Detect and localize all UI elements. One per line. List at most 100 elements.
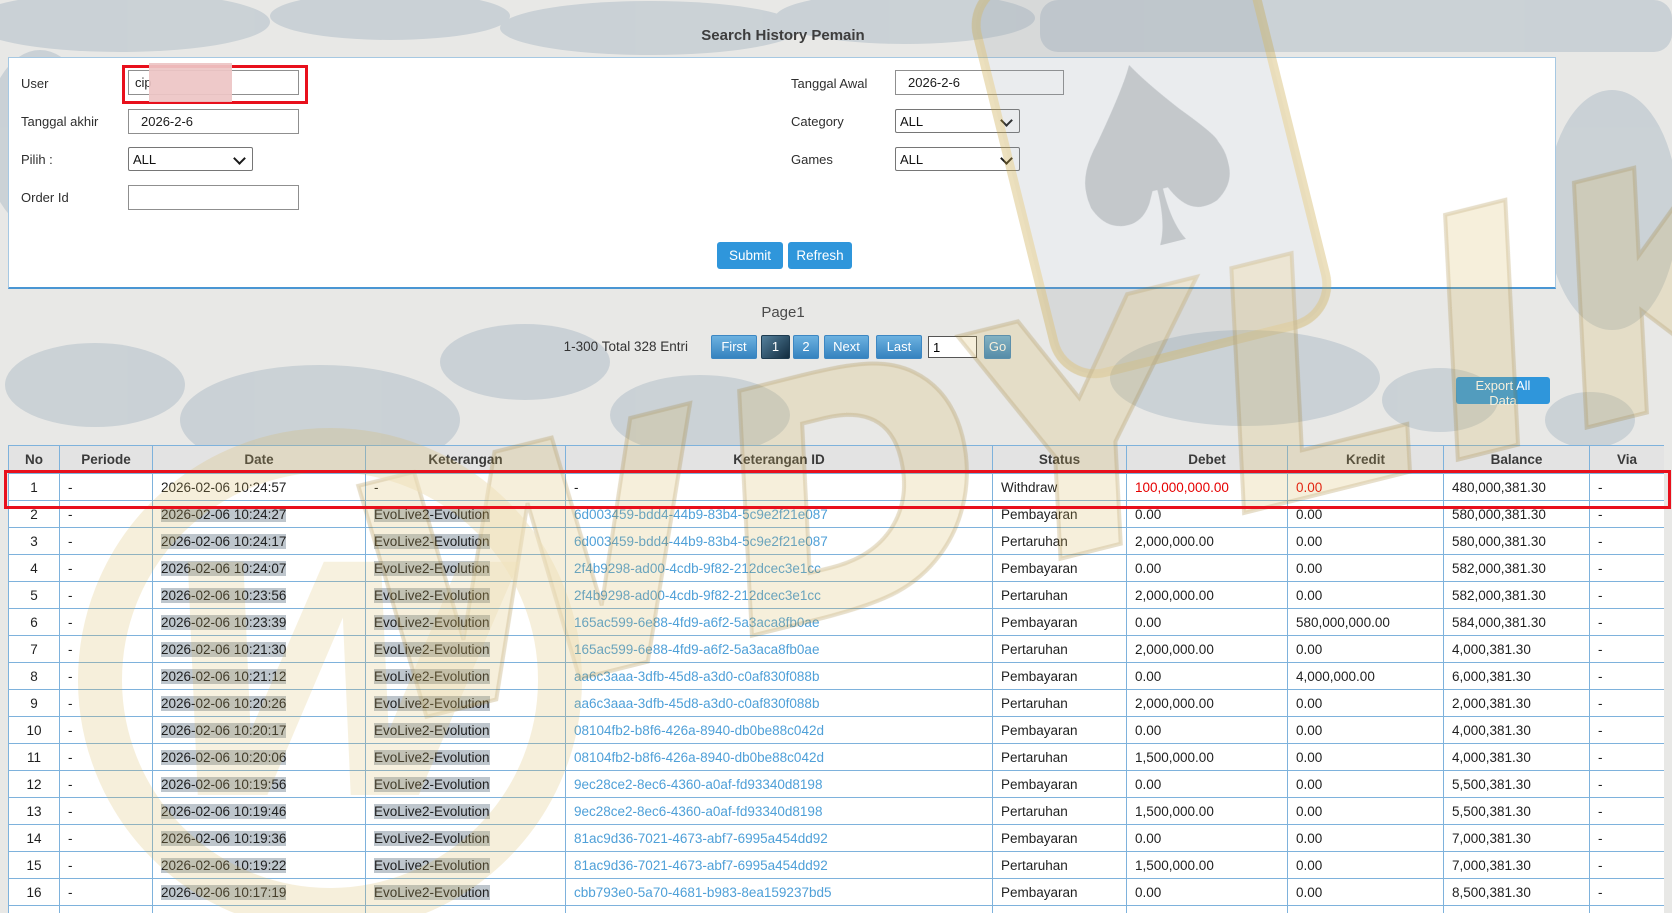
- keterangan-cell: EvoLive2-Evolution: [365, 608, 566, 636]
- submit-button[interactable]: Submit: [717, 242, 783, 269]
- selection-highlight: 2026-02-06 10:21:30: [161, 641, 287, 657]
- games-select[interactable]: ALL: [895, 147, 1020, 171]
- keterangan-id-link[interactable]: 6d003459-bdd4-44b9-83b4-5c9e2f21e087: [565, 500, 993, 528]
- pilih-select[interactable]: ALL: [128, 147, 253, 171]
- no-cell: 11: [8, 743, 60, 771]
- date-cell: 2026-02-06 10:20:06: [152, 743, 366, 771]
- debet-cell: 0.00: [1126, 878, 1288, 906]
- user-label: User: [21, 76, 49, 91]
- via-cell: -: [1589, 689, 1664, 717]
- category-select[interactable]: ALL: [895, 109, 1020, 133]
- debet-cell: 2,000,000.00: [1126, 635, 1288, 663]
- pagination-page-2-button[interactable]: 2: [793, 335, 819, 359]
- keterangan-id-link[interactable]: 6d003459-bdd4-44b9-83b4-5c9e2f21e087: [565, 527, 993, 555]
- keterangan-id-link[interactable]: 9ec28ce2-8ec6-4360-a0af-fd93340d8198: [565, 797, 993, 825]
- no-cell: 10: [8, 716, 60, 744]
- selection-highlight: EvoLive2-Evolution: [374, 506, 490, 522]
- tanggal-awal-input[interactable]: [895, 70, 1064, 95]
- column-header: Status: [992, 445, 1127, 474]
- keterangan-id-link[interactable]: cbb793e0-5a70-4681-b983-8ea159237bd5: [565, 878, 993, 906]
- table-row: 7-2026-02-06 10:21:30 EvoLive2-Evolution 1…: [8, 635, 1664, 663]
- status-cell: Pembayaran: [992, 554, 1127, 582]
- debet-cell: 1,500,000.00: [1126, 851, 1288, 879]
- status-cell: Pertaruhan: [992, 851, 1127, 879]
- keterangan-id-link[interactable]: 2f4b9298-ad00-4cdb-9f82-212dcec3e1cc: [565, 554, 993, 582]
- table-row: 6-2026-02-06 10:23:39 EvoLive2-Evolution 1…: [8, 608, 1664, 636]
- no-cell: 16: [8, 878, 60, 906]
- balance-cell: 582,000,381.30: [1443, 554, 1590, 582]
- page-indicator: Page1: [761, 304, 805, 321]
- keterangan-id-link[interactable]: aa6c3aaa-3dfb-45d8-a3d0-c0af830f088b: [565, 689, 993, 717]
- periode-cell: -: [59, 527, 153, 555]
- via-cell: -: [1589, 851, 1664, 879]
- keterangan-id-link[interactable]: 9ec28ce2-8ec6-4360-a0af-fd93340d8198: [565, 770, 993, 798]
- debet-cell: 0.00: [1126, 770, 1288, 798]
- refresh-button[interactable]: Refresh: [788, 242, 852, 269]
- order-id-input[interactable]: [128, 185, 299, 210]
- category-select-wrap: ALL: [895, 109, 1020, 133]
- kredit-cell: 0.00: [1287, 527, 1444, 555]
- kredit-cell: 0.00: [1287, 770, 1444, 798]
- keterangan-id-link[interactable]: 81ac9d36-7021-4673-abf7-6995a454dd92: [565, 824, 993, 852]
- no-cell: 14: [8, 824, 60, 852]
- via-cell: -: [1589, 824, 1664, 852]
- status-cell: Pembayaran: [992, 716, 1127, 744]
- pagination-go-button[interactable]: Go: [984, 335, 1011, 359]
- selection-highlight: 2026-02-06 10:19:22: [161, 857, 287, 873]
- debet-cell: 0.00: [1126, 662, 1288, 690]
- selection-highlight: 2026-02-06 10:19:56: [161, 776, 287, 792]
- export-all-data-button[interactable]: Export All Data: [1456, 377, 1550, 408]
- pagination-page-1-button[interactable]: 1: [761, 335, 790, 359]
- pagination-first-button[interactable]: First: [711, 335, 757, 359]
- keterangan-id-link[interactable]: 08104fb2-b8f6-426a-8940-db0be88c042d: [565, 716, 993, 744]
- no-cell: 15: [8, 851, 60, 879]
- periode-cell: -: [59, 500, 153, 528]
- keterangan-cell: EvoLive2-Evolution: [365, 716, 566, 744]
- no-cell: 3: [8, 527, 60, 555]
- balance-cell: 2,000,381.30: [1443, 689, 1590, 717]
- tanggal-akhir-input[interactable]: [128, 109, 299, 134]
- status-cell: Pertaruhan: [992, 581, 1127, 609]
- keterangan-cell: EvoLive2-Evolution: [365, 635, 566, 663]
- via-cell: -: [1589, 878, 1664, 906]
- column-header: Date: [152, 445, 366, 474]
- keterangan-cell: EvoLive2-Evolution: [365, 770, 566, 798]
- periode-cell: -: [59, 689, 153, 717]
- keterangan-cell: -: [365, 473, 566, 501]
- keterangan-id-link[interactable]: 165ac599-6e88-4fd9-a6f2-5a3aca8fb0ae: [565, 608, 993, 636]
- selection-highlight: 2026-02-06 10:17:19: [161, 884, 287, 900]
- table-row: 8-2026-02-06 10:21:12 EvoLive2-Evolution a…: [8, 662, 1664, 690]
- date-cell: 2026-02-06 10:19:22: [152, 851, 366, 879]
- user-input[interactable]: [128, 70, 299, 95]
- games-label: Games: [791, 152, 833, 167]
- keterangan-id-link[interactable]: 165ac599-6e88-4fd9-a6f2-5a3aca8fb0ae: [565, 635, 993, 663]
- via-cell: -: [1589, 527, 1664, 555]
- debet-cell: 2,000,000.00: [1126, 689, 1288, 717]
- kredit-cell: 4,000,000.00: [1287, 662, 1444, 690]
- pagination-next-button[interactable]: Next: [824, 335, 869, 359]
- keterangan-id-link[interactable]: aa6c3aaa-3dfb-45d8-a3d0-c0af830f088b: [565, 662, 993, 690]
- balance-cell: 8,500,381.30: [1443, 878, 1590, 906]
- keterangan-cell: EvoLive2-Evolution: [365, 743, 566, 771]
- status-cell: Pembayaran: [992, 878, 1127, 906]
- balance-cell: 5,500,381.30: [1443, 770, 1590, 798]
- table-row: 1-2026-02-06 10:24:57- - Withdraw 100,000,0…: [8, 473, 1664, 501]
- periode-cell: -: [59, 635, 153, 663]
- balance-cell: 6,000,381.30: [1443, 662, 1590, 690]
- keterangan-id-link[interactable]: 2f4b9298-ad00-4cdb-9f82-212dcec3e1cc: [565, 581, 993, 609]
- no-cell: 13: [8, 797, 60, 825]
- table-row: 12-2026-02-06 10:19:56 EvoLive2-Evolution…: [8, 770, 1664, 798]
- selection-highlight: 2026-02-06 10:20:17: [161, 722, 287, 738]
- pagination-last-button[interactable]: Last: [876, 335, 922, 359]
- keterangan-id-link[interactable]: 81ac9d36-7021-4673-abf7-6995a454dd92: [565, 851, 993, 879]
- selection-highlight: EvoLive2-Evolution: [374, 614, 490, 630]
- keterangan-cell: EvoLive2-Evolution: [365, 581, 566, 609]
- table-row: 10-2026-02-06 10:20:17 EvoLive2-Evolution…: [8, 716, 1664, 744]
- periode-cell: -: [59, 743, 153, 771]
- periode-cell: -: [59, 851, 153, 879]
- goto-page-input[interactable]: [928, 336, 977, 358]
- via-cell: -: [1589, 500, 1664, 528]
- selection-highlight: 2026-02-06 10:23:56: [161, 587, 287, 603]
- debet-cell: 0.00: [1126, 716, 1288, 744]
- keterangan-id-link[interactable]: 08104fb2-b8f6-426a-8940-db0be88c042d: [565, 743, 993, 771]
